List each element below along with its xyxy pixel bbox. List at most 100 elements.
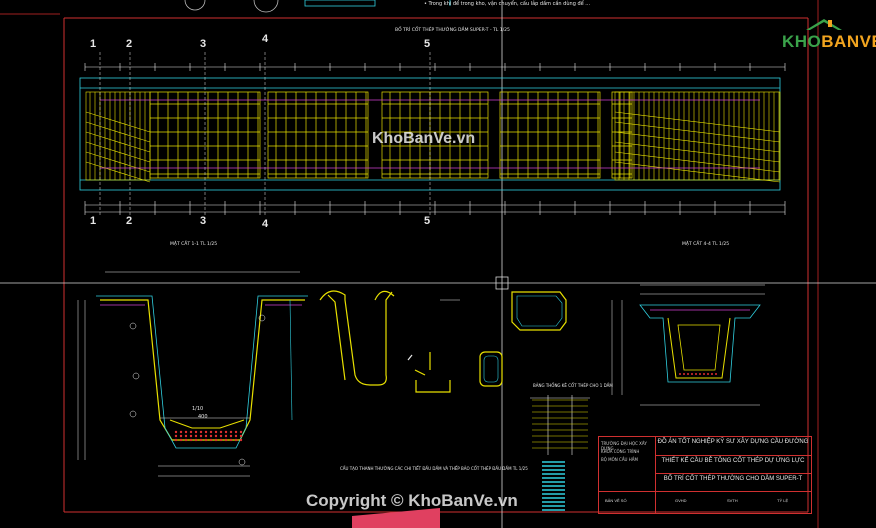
strand-dot <box>715 373 717 375</box>
strand-dot <box>699 373 701 375</box>
sheet-number-cell: BẢN VẼ SỐ <box>605 498 627 503</box>
strand-dot <box>194 430 198 434</box>
strand-dot <box>219 438 223 442</box>
strand-dot <box>683 373 685 375</box>
design-title: THIẾT KẾ CẦU BÊ TÔNG CỐT THÉP DỰ ỨNG LỰC <box>655 455 811 464</box>
logo-kho: KHO <box>782 32 822 51</box>
diagonal-bar <box>614 151 781 173</box>
section-number-bottom-3: 3 <box>200 215 207 227</box>
top-note: • Trong khi để trong kho, vận chuyển, cấ… <box>424 1 591 7</box>
diagonal-bar <box>614 111 781 133</box>
strand-dot <box>229 430 233 434</box>
diagonal-bar <box>614 141 781 163</box>
logo-banve: BANVE <box>821 32 876 51</box>
strand-dot <box>239 430 243 434</box>
diagonal-bar <box>85 141 151 163</box>
drawing-title: BỐ TRÍ CỐT THÉP THƯỜNG CHO DẦM SUPER-T <box>655 473 811 482</box>
scale-cell: TỶ LỆ <box>777 498 789 503</box>
strand-dot <box>224 438 228 442</box>
strand-dot <box>234 434 238 438</box>
title-block-bottom-row: BẢN VẼ SỐ GVHD SVTH TỶ LỆ <box>599 491 811 514</box>
strand-dot <box>204 430 208 434</box>
strand-dot <box>687 373 689 375</box>
dim-width: 400 <box>198 414 208 420</box>
strand-dot <box>174 438 178 442</box>
strand-dot <box>199 430 203 434</box>
dim-top: 1/10 <box>192 406 204 412</box>
cross-section-4-4 <box>611 284 765 406</box>
strand-dot <box>711 373 713 375</box>
strand-dot <box>239 438 243 442</box>
section-number-top-4: 4 <box>262 33 269 45</box>
bottom-arrow <box>352 508 440 528</box>
plan-segment <box>267 91 369 179</box>
strand-dot <box>179 430 183 434</box>
strand-dot <box>209 430 213 434</box>
student-cell: SVTH <box>727 498 738 503</box>
strand-dot <box>179 434 183 438</box>
strand-dot <box>214 430 218 434</box>
strand-dot <box>199 438 203 442</box>
title-block: TRƯỜNG ĐẠI HỌC XÂY DỰNG KHOA CÔNG TRÌNH … <box>598 436 812 514</box>
strand-dot <box>214 434 218 438</box>
rebar-table-title: BẢNG THỐNG KÊ CỐT THÉP CHO 1 DẦM <box>533 383 613 388</box>
plan-end-zone <box>85 91 151 181</box>
strand-dot <box>184 438 188 442</box>
strand-dot <box>189 438 193 442</box>
strand-dot <box>224 434 228 438</box>
project-title: ĐỒ ÁN TỐT NGHIỆP KỸ SƯ XÂY DỰNG CẦU ĐƯỜN… <box>657 439 809 445</box>
rebar-detail-note: CẤU TẠO THANH THƯỜNG CÁC CHI TIẾT ĐẦU DẦ… <box>340 466 528 471</box>
cross-section-right-label: MẶT CẮT 4-4 TL 1/25 <box>682 242 730 247</box>
top-fragments <box>184 0 451 13</box>
rebar-details <box>289 290 567 421</box>
strand-dot <box>189 430 193 434</box>
diagonal-bar <box>614 121 781 143</box>
diagonal-bar <box>85 131 151 153</box>
strand-dot <box>184 434 188 438</box>
strand-dot <box>189 434 193 438</box>
strand-dot <box>214 438 218 442</box>
strand-dot <box>184 430 188 434</box>
plan-segment <box>499 91 601 179</box>
strand-dot <box>209 434 213 438</box>
strand-dot <box>219 434 223 438</box>
ladder-detail <box>530 395 590 455</box>
strand-dot <box>707 373 709 375</box>
section-number-top-5: 5 <box>424 38 431 50</box>
strand-dot <box>199 434 203 438</box>
supervisor-cell: GVHD <box>675 498 687 503</box>
cross-section-1-1 <box>77 271 308 477</box>
strand-dot <box>691 373 693 375</box>
diagonal-bar <box>614 131 781 153</box>
strand-dot <box>695 373 697 375</box>
diagonal-bar <box>85 121 151 143</box>
strand-dot <box>229 438 233 442</box>
strand-dot <box>194 434 198 438</box>
department-line: BỘ MÔN CẦU HẦM <box>601 457 638 462</box>
strand-dot <box>219 430 223 434</box>
section-number-bottom-2: 2 <box>126 215 133 227</box>
plan-title: BỐ TRÍ CỐT THÉP THƯỜNG DẦM SUPER-T - TL … <box>395 28 510 33</box>
diagonal-bar <box>85 111 151 133</box>
section-number-top-2: 2 <box>126 38 133 50</box>
section-number-bottom-5: 5 <box>424 215 431 227</box>
cross-section-left-label: MẶT CẮT 1-1 TL 1/25 <box>170 242 218 247</box>
strand-dot <box>703 373 705 375</box>
section-number-bottom-1: 1 <box>90 215 97 227</box>
rebar-table <box>542 461 565 511</box>
watermark-bottom: Copyright © KhoBanVe.vn <box>306 491 518 510</box>
strand-dot <box>239 434 243 438</box>
diagonal-bar <box>614 161 781 183</box>
section-number-top-1: 1 <box>90 38 97 50</box>
cad-drawing-sheet: 1 2 3 4 5 1 2 3 4 5 • Trong khi để trong kho, vậ… <box>0 0 876 528</box>
strand-dot <box>679 373 681 375</box>
watermark-center: KhoBanVe.vn <box>372 130 476 147</box>
strand-dot <box>229 434 233 438</box>
plan-end-zone <box>614 91 781 181</box>
faculty-line: KHOA CÔNG TRÌNH <box>601 449 640 454</box>
strand-dot <box>204 434 208 438</box>
strand-dot <box>209 438 213 442</box>
strand-dot <box>194 438 198 442</box>
diagonal-bar <box>85 161 151 183</box>
diagonal-bar <box>85 151 151 173</box>
